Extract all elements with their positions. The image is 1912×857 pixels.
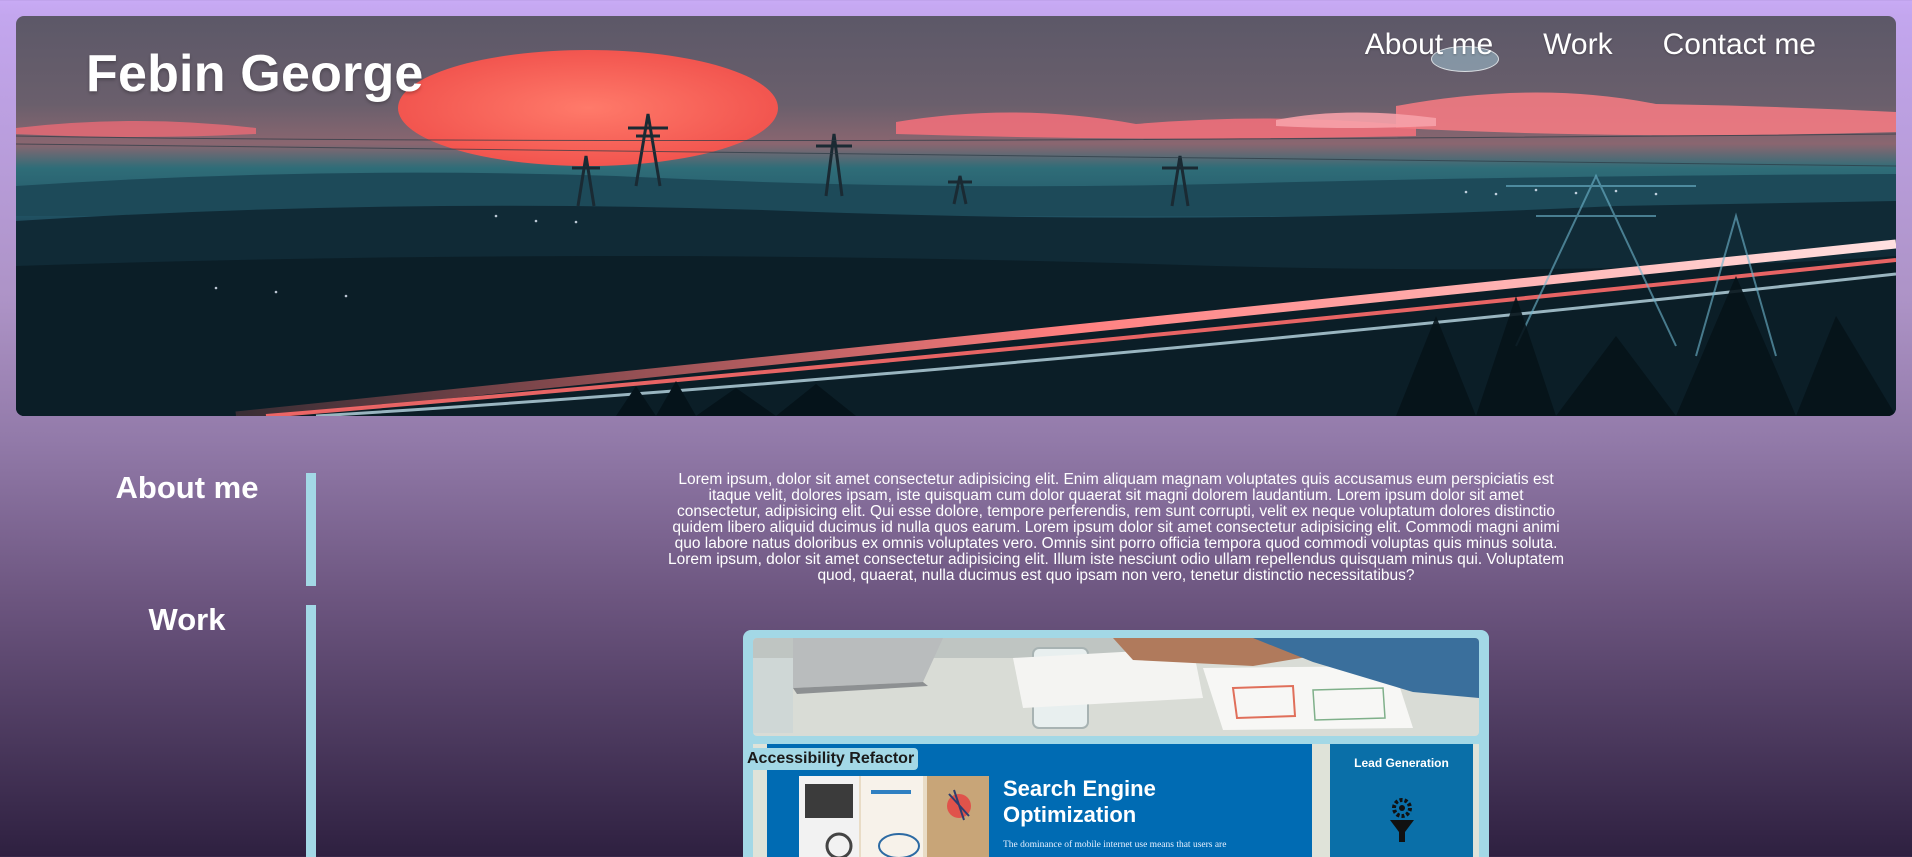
funnel-gear-icon <box>1390 798 1414 842</box>
section-heading-work: Work <box>148 602 226 637</box>
work-project-photo <box>753 638 1479 736</box>
work-project-preview: Accessibility Refactor Search Engine Opt… <box>743 744 1479 857</box>
section-heading-about: About me <box>115 470 259 505</box>
hero-banner: Febin George About me Work Contact me <box>16 16 1896 416</box>
main-nav: About me Work Contact me <box>1365 28 1816 62</box>
lead-generation-title: Lead Generation <box>1354 756 1449 770</box>
about-paragraph: Lorem ipsum, dolor sit amet consectetur … <box>667 471 1564 584</box>
site-title: Febin George <box>86 45 424 103</box>
nav-link-about[interactable]: About me <box>1365 28 1493 62</box>
lead-generation-panel: Lead Generation <box>1330 744 1473 857</box>
seo-title: Search Engine Optimization <box>1003 776 1156 827</box>
nav-link-contact[interactable]: Contact me <box>1663 28 1816 62</box>
section-divider-about <box>306 473 316 586</box>
nav-link-work[interactable]: Work <box>1543 28 1612 62</box>
seo-illustration <box>799 776 989 857</box>
seo-body-text: The dominance of mobile internet use mea… <box>1003 840 1227 850</box>
work-card[interactable]: Accessibility Refactor Search Engine Opt… <box>743 630 1489 857</box>
section-divider-work <box>306 605 316 857</box>
project-title-label[interactable]: Accessibility Refactor <box>743 748 919 770</box>
